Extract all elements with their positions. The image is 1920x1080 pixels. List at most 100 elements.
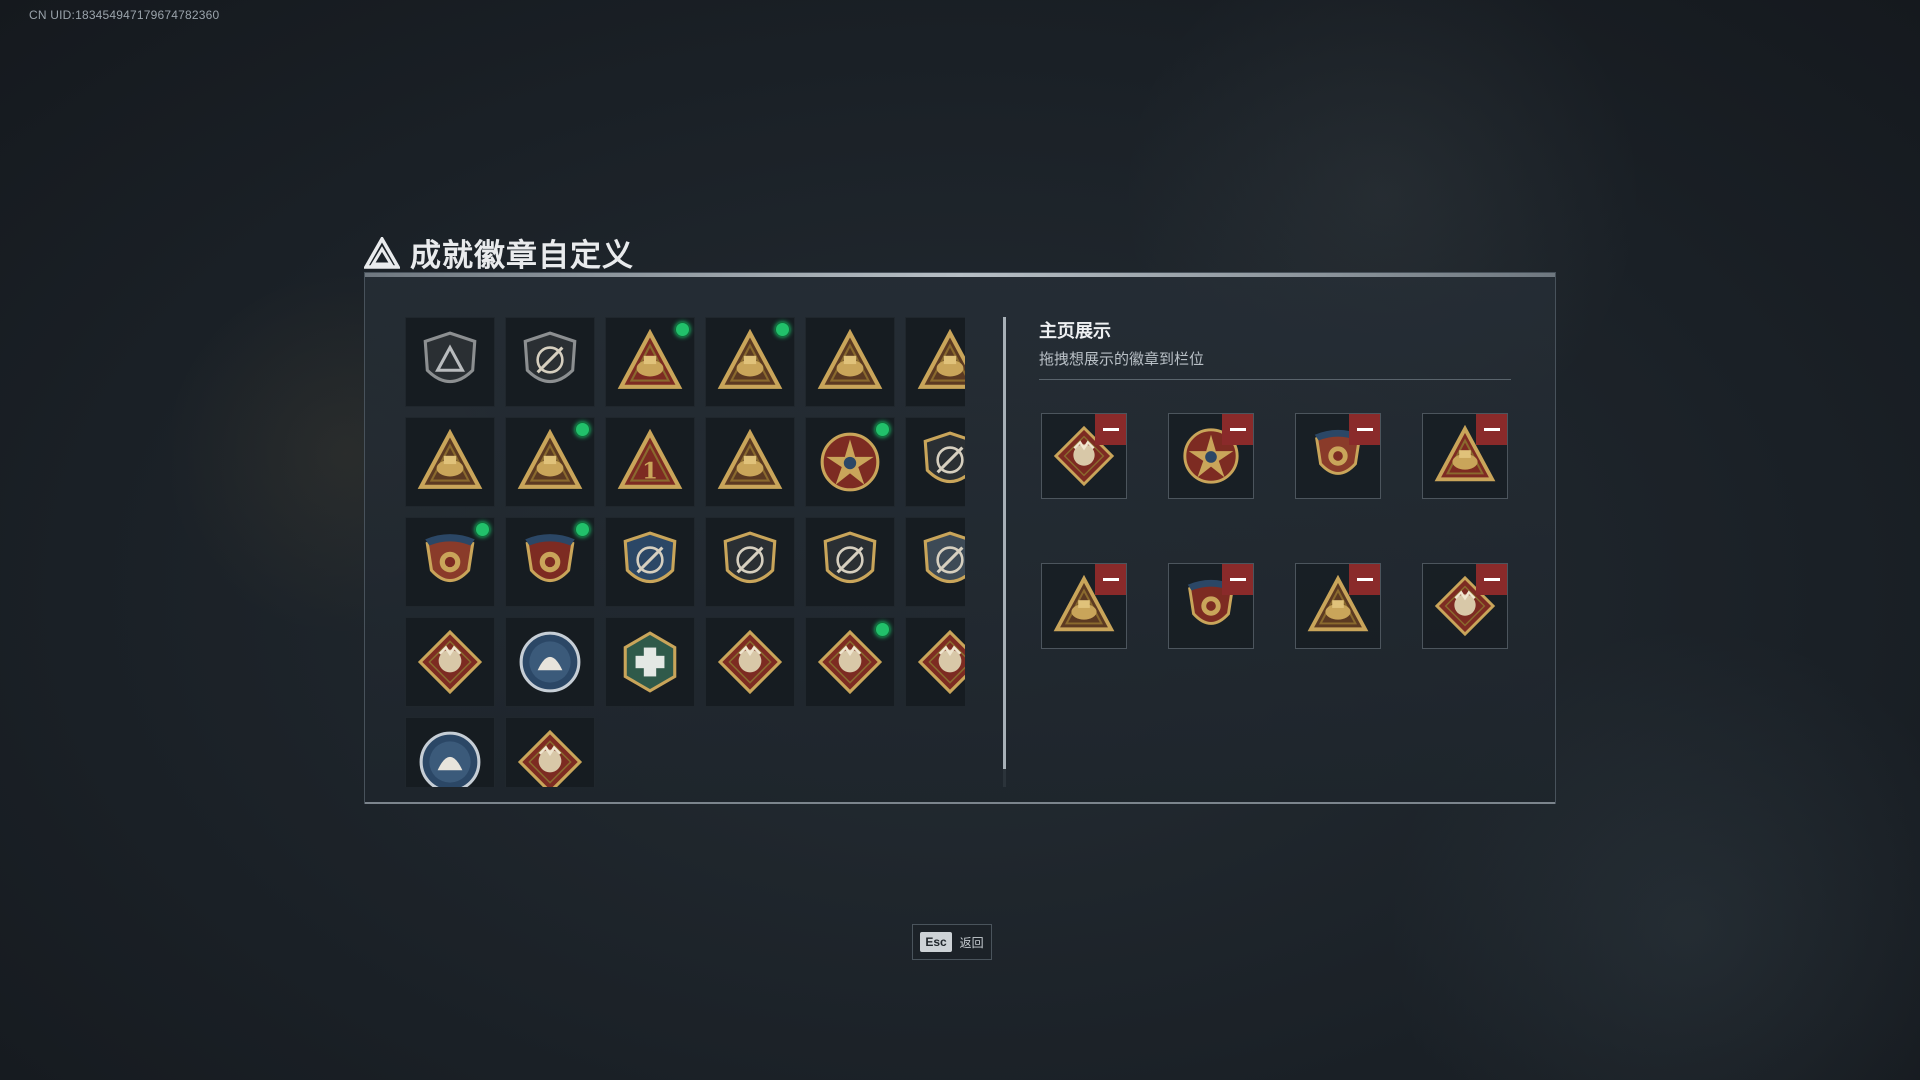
badge-cell[interactable] (805, 317, 895, 407)
showcase-title: 主页展示 (1039, 321, 1111, 341)
wolf-diamond-badge-icon (417, 629, 483, 695)
badge-cell[interactable] (705, 617, 795, 707)
showcase-slot[interactable] (1041, 413, 1127, 499)
sniper-shield-badge-icon (823, 531, 877, 584)
badge-cell[interactable] (905, 317, 965, 407)
badge-grid: 1 (405, 317, 965, 787)
crest-stars-red-badge-icon (525, 534, 575, 583)
badge-cell[interactable] (405, 317, 495, 407)
showcase-slots (1041, 413, 1508, 649)
new-indicator-dot (775, 322, 790, 337)
showcase-slot[interactable] (1168, 563, 1254, 649)
showcase-slot[interactable] (1422, 563, 1508, 649)
dark-shield-emblem-badge-icon (923, 431, 965, 484)
badge-cell[interactable] (405, 617, 495, 707)
showcase-subtitle: 拖拽想展示的徽章到栏位 (1039, 351, 1205, 368)
gold-crossed-weapons-badge-icon (923, 531, 965, 584)
minus-icon (1356, 428, 1373, 431)
new-indicator-dot (575, 522, 590, 537)
wrench-diamond-badge-icon (517, 729, 583, 787)
panel-top-divider (365, 273, 1555, 277)
rifle-shield-badge-icon (723, 531, 777, 584)
helicopter-shield-badge-icon (523, 331, 577, 384)
badge-cell[interactable] (905, 517, 965, 607)
new-indicator-dot (875, 422, 890, 437)
badge-cell[interactable] (805, 617, 895, 707)
blue-crossed-rifles-badge-icon (623, 531, 677, 584)
badge-cell[interactable] (405, 417, 495, 507)
badge-cell[interactable] (605, 517, 695, 607)
showcase-divider (1039, 379, 1511, 380)
badge-cell[interactable] (405, 717, 495, 787)
minus-icon (1483, 428, 1500, 431)
badge-cell[interactable] (505, 517, 595, 607)
badge-cell[interactable] (805, 417, 895, 507)
triangle-number-one-badge-icon: 1 (617, 429, 683, 489)
green-hex-medkit-badge-icon (623, 631, 677, 693)
svg-text:1: 1 (642, 459, 658, 485)
crest-stars-badge-icon (425, 534, 475, 583)
soldier-diamond-badge-icon (917, 629, 965, 695)
triangle-boat-badge-icon (517, 429, 583, 489)
new-indicator-dot (675, 322, 690, 337)
badge-cell[interactable] (905, 417, 965, 507)
uid-label: CN UID:1834549471796747823​60 (29, 8, 220, 22)
remove-badge-button[interactable] (1222, 564, 1253, 595)
badge-cell[interactable] (705, 417, 795, 507)
badge-cell[interactable] (805, 517, 895, 607)
dragon-diamond-red-badge-icon (817, 629, 883, 695)
remove-badge-button[interactable] (1095, 564, 1126, 595)
remove-badge-button[interactable] (1095, 414, 1126, 445)
badge-cell[interactable] (505, 617, 595, 707)
remove-badge-button[interactable] (1349, 414, 1380, 445)
triangle-56-badge-icon (817, 329, 883, 389)
page-title: 成就徽章自定义 (410, 238, 634, 273)
page-header: 成就徽章自定义 (364, 230, 634, 275)
triangle-scroll-badge-icon (917, 329, 965, 389)
minus-icon (1229, 578, 1246, 581)
remove-badge-button[interactable] (1349, 564, 1380, 595)
new-indicator-dot (875, 622, 890, 637)
minus-icon (1356, 578, 1373, 581)
showcase-slot[interactable] (1168, 413, 1254, 499)
badge-cell[interactable] (605, 617, 695, 707)
remove-badge-button[interactable] (1476, 564, 1507, 595)
remove-badge-button[interactable] (1222, 414, 1253, 445)
badge-cell[interactable] (505, 417, 595, 507)
badge-cell[interactable] (405, 517, 495, 607)
showcase-slot[interactable] (1422, 413, 1508, 499)
badge-cell[interactable] (905, 617, 965, 707)
new-indicator-dot (475, 522, 490, 537)
panel-bottom-divider (365, 802, 1555, 804)
eagle-circle-badge-icon (519, 631, 581, 693)
showcase-slot[interactable] (1041, 563, 1127, 649)
minus-icon (1102, 578, 1119, 581)
dragon-diamond-badge-icon (717, 629, 783, 695)
badge-cell[interactable] (705, 517, 795, 607)
new-indicator-dot (575, 422, 590, 437)
badge-scrollbar[interactable] (1003, 317, 1006, 787)
triangle-tank-badge-icon (417, 429, 483, 489)
triangle-shield-badge-icon (717, 429, 783, 489)
grey-shield-triangle-badge-icon (423, 331, 477, 384)
badge-cell[interactable] (705, 317, 795, 407)
scrollbar-thumb[interactable] (1003, 317, 1006, 769)
minus-icon (1102, 428, 1119, 431)
wolf-circle-badge-icon (419, 731, 481, 787)
homepage-showcase: 主页展示 拖拽想展示的徽章到栏位 (1039, 317, 1511, 380)
minus-icon (1229, 428, 1246, 431)
badge-cell[interactable]: 1 (605, 417, 695, 507)
showcase-slot[interactable] (1295, 413, 1381, 499)
star-medal-badge-icon (820, 432, 880, 492)
remove-badge-button[interactable] (1476, 414, 1507, 445)
showcase-slot[interactable] (1295, 563, 1381, 649)
triangle-54-badge-icon (717, 329, 783, 389)
badge-cell[interactable] (505, 717, 595, 787)
triangle-logo-icon (364, 236, 400, 269)
badge-customize-panel: 1 主页展示 拖拽想展示的徽章到栏位 (364, 272, 1556, 804)
badge-cell[interactable] (605, 317, 695, 407)
badge-cell[interactable] (505, 317, 595, 407)
minus-icon (1483, 578, 1500, 581)
back-button[interactable]: Esc 返回 (912, 924, 992, 960)
esc-key-icon: Esc (920, 932, 952, 952)
